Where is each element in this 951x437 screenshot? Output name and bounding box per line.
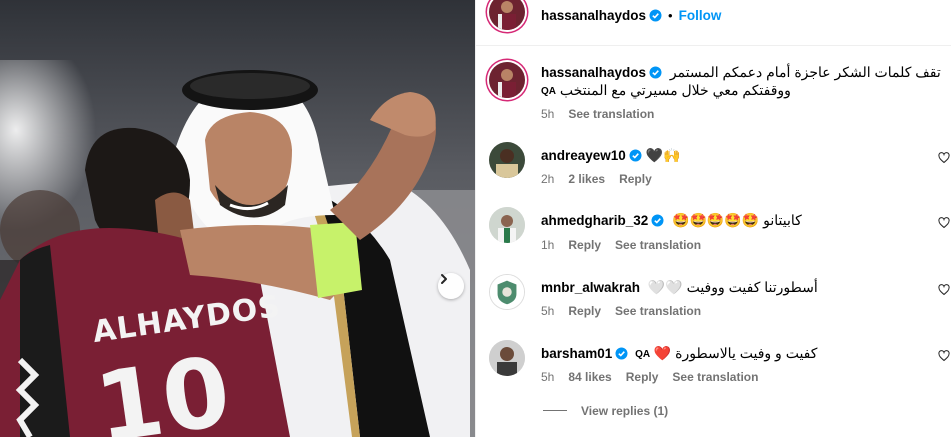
commenter-username[interactable]: andreayew10 [541,148,626,163]
heart-outline-icon[interactable] [938,284,950,296]
chevron-right-icon [441,274,447,284]
caption-meta: 5h See translation [541,107,668,121]
comment-text: أسطورتنا كفيت ووفيت 🤍🤍 [647,279,818,295]
author-username[interactable]: hassanalhaydos [541,8,646,23]
post-photo-illustration [0,0,475,437]
caption-time: 5h [541,107,555,121]
post-side-panel: hassanalhaydos • Follow hassanalhaydos تقف… [475,0,951,437]
heart-outline-icon[interactable] [938,350,950,362]
commenter-avatar[interactable] [489,340,525,376]
reply-button[interactable]: Reply [568,238,601,252]
commenter-avatar[interactable] [489,274,525,310]
comment-text: كابيتانو 🤩🤩🤩🤩🤩 [672,212,802,228]
separator-dot: • [668,8,673,23]
caption-avatar[interactable] [489,62,525,98]
view-replies-line [543,410,567,411]
comment-likes[interactable]: 84 likes [568,370,611,384]
comment-text: كفيت و وفيت يالاسطورة ❤️ [653,345,818,361]
comment-time: 5h [541,304,555,318]
comment-item: mnbr_alwakrah أسطورتنا كفيت ووفيت 🤍🤍 5h R… [476,272,951,327]
commenter-username[interactable]: ahmedgharib_32 [541,213,648,228]
caption: hassanalhaydos تقف كلمات الشكر عاجزة أما… [476,58,951,128]
reply-button[interactable]: Reply [619,172,652,186]
qatar-flag-icon: QA [635,349,651,360]
reply-button[interactable]: Reply [626,370,659,384]
verified-badge-icon [649,66,662,79]
comment-time: 2h [541,172,555,186]
comment-item: barsham01 QA كفيت و وفيت يالاسطورة ❤️ 5h… [476,338,951,393]
view-replies-label: View replies (1) [581,404,669,418]
qatar-flag-icon: QA [541,86,556,97]
see-translation-link[interactable]: See translation [615,304,701,318]
reply-button[interactable]: Reply [568,304,601,318]
see-translation-link[interactable]: See translation [672,370,758,384]
verified-badge-icon [649,9,662,22]
comment-item: ahmedgharib_32 كابيتانو 🤩🤩🤩🤩🤩 1h Reply See… [476,205,951,260]
follow-button[interactable]: Follow [679,8,722,23]
comment-time: 5h [541,370,555,384]
see-translation-link[interactable]: See translation [615,238,701,252]
heart-outline-icon[interactable] [938,152,950,164]
commenter-avatar[interactable] [489,142,525,178]
commenter-avatar[interactable] [489,207,525,243]
comment-text: 🖤🙌 [645,147,681,163]
post-image: ALHAYDOS 10 [0,0,475,437]
heart-outline-icon[interactable] [938,217,950,229]
verified-badge-icon [615,347,628,360]
author-avatar[interactable] [489,0,525,30]
verified-badge-icon [629,149,642,162]
verified-badge-icon [651,214,664,227]
post-header: hassanalhaydos • Follow [476,0,951,46]
commenter-username[interactable]: barsham01 [541,346,612,361]
caption-text-line1: تقف كلمات الشكر عاجزة أمام دعمكم المستمر [669,64,941,80]
comment-likes[interactable]: 2 likes [568,172,605,186]
jersey-number-text: 10 [88,335,237,437]
see-translation-link[interactable]: See translation [568,107,654,121]
comment-item: andreayew10 🖤🙌 2h 2 likes Reply [476,140,951,195]
next-photo-button[interactable] [438,273,464,299]
caption-text-line2: ووقفتكم معي خلال مسيرتي مع المنتخب [559,82,791,98]
commenter-username[interactable]: mnbr_alwakrah [541,280,640,295]
view-replies-button[interactable]: View replies (1) [543,404,668,418]
comment-time: 1h [541,238,555,252]
caption-username[interactable]: hassanalhaydos [541,65,646,80]
